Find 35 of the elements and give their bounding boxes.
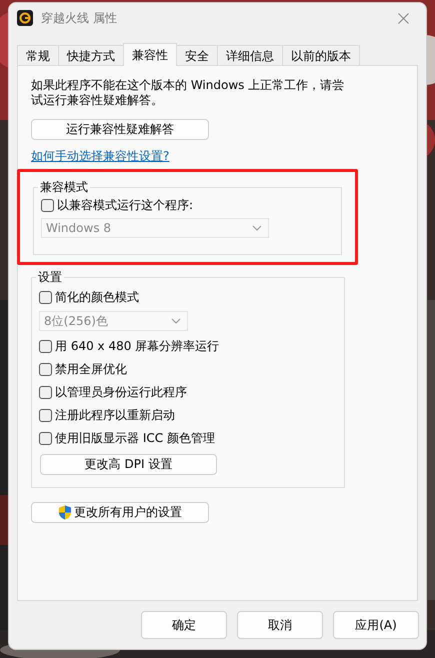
checkbox[interactable] bbox=[39, 386, 52, 399]
chevron-down-icon bbox=[252, 225, 262, 231]
window-title: 穿越火线 属性 bbox=[41, 10, 118, 26]
description-text: 如果此程序不能在这个版本的 Windows 上正常工作，请尝试运行兼容性疑难解答。 bbox=[31, 78, 346, 108]
tab[interactable]: 以前的版本 bbox=[282, 45, 360, 65]
checkbox-label: 用 640 x 480 屏幕分辨率运行 bbox=[55, 338, 220, 355]
dialog-button[interactable]: 应用(A) bbox=[333, 611, 419, 639]
troubleshoot-button[interactable]: 运行兼容性疑难解答 bbox=[31, 119, 209, 140]
tab[interactable]: 快捷方式 bbox=[58, 45, 124, 65]
checkbox[interactable] bbox=[39, 340, 52, 353]
shield-icon bbox=[58, 505, 72, 520]
dpi-settings-button[interactable]: 更改高 DPI 设置 bbox=[40, 454, 217, 475]
checkbox-label: 以兼容模式运行这个程序: bbox=[57, 196, 194, 214]
chevron-down-icon bbox=[171, 318, 181, 324]
group-title: 设置 bbox=[37, 269, 63, 286]
checkbox[interactable] bbox=[39, 291, 52, 304]
tab[interactable]: 常规 bbox=[17, 45, 59, 65]
checkbox-label: 注册此程序以重新启动 bbox=[55, 407, 175, 424]
checkbox-label: 使用旧版显示器 ICC 颜色管理 bbox=[55, 430, 215, 447]
dialog-button[interactable]: 确定 bbox=[141, 611, 227, 639]
checkbox[interactable] bbox=[39, 432, 52, 445]
group-title: 兼容模式 bbox=[39, 179, 89, 196]
tab[interactable]: 安全 bbox=[176, 45, 218, 65]
app-icon bbox=[17, 10, 33, 26]
checkbox[interactable] bbox=[41, 198, 54, 212]
all-users-settings-button[interactable]: 更改所有用户的设置 bbox=[31, 502, 209, 523]
dialog-button[interactable]: 取消 bbox=[237, 611, 323, 639]
checkbox-label: 以管理员身份运行此程序 bbox=[55, 384, 187, 401]
tab[interactable]: 兼容性 bbox=[123, 43, 177, 66]
checkbox-label: 禁用全屏优化 bbox=[55, 361, 127, 378]
help-link[interactable]: 如何手动选择兼容性设置? bbox=[31, 148, 170, 165]
checkbox[interactable] bbox=[39, 363, 52, 376]
checkbox-label: 简化的颜色模式 bbox=[55, 289, 139, 306]
tab[interactable]: 详细信息 bbox=[217, 45, 283, 65]
checkbox[interactable] bbox=[39, 409, 52, 422]
